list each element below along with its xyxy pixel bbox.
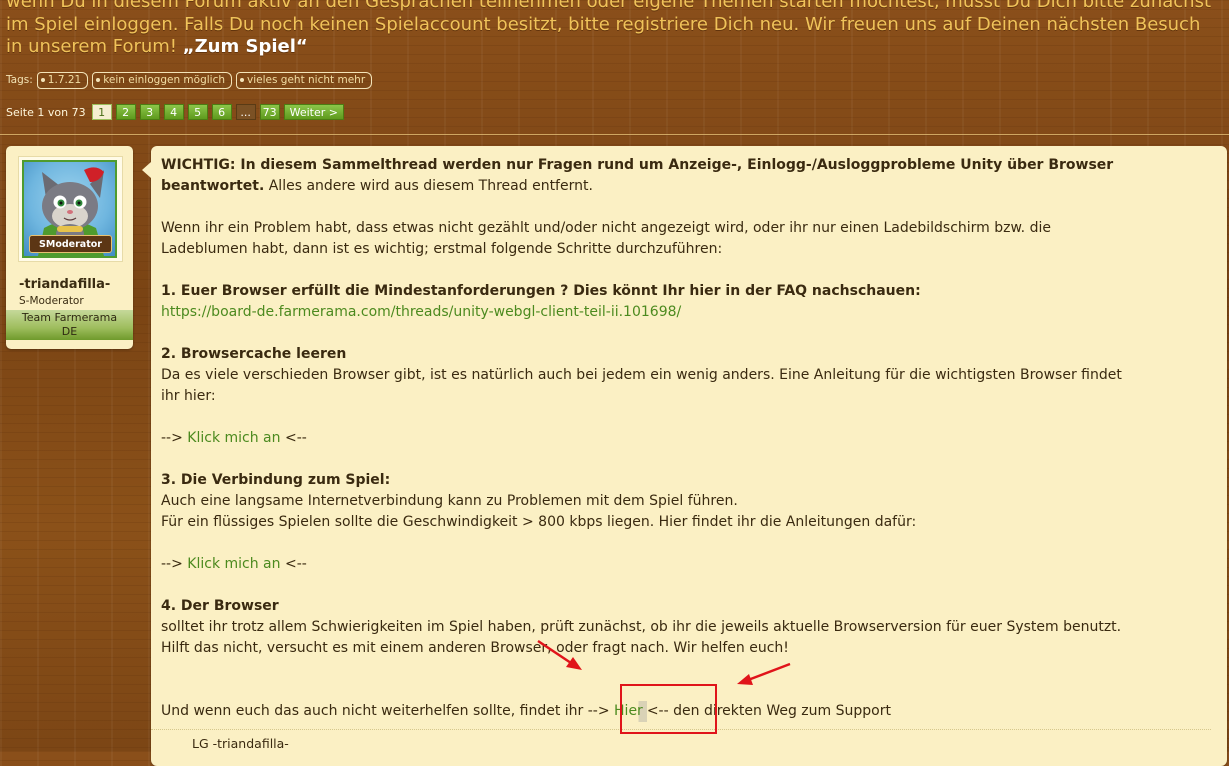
post-line: Wenn ihr ein Problem habt, dass etwas ni… [161,220,1051,236]
intro-text: wenn Du in diesem Forum aktiv an den Ges… [6,0,1221,59]
avatar[interactable]: SModerator [22,160,117,258]
divider [0,134,1229,135]
annotation-highlight-box [620,684,717,734]
post-line: Hilft das nicht, versucht es mit einem a… [161,640,789,656]
klick-row-1: --> Klick mich an <-- [161,428,1211,449]
post-paragraph: WICHTIG: In diesem Sammelthread werden n… [161,155,1211,197]
klick-mich-an-link-2[interactable]: Klick mich an [187,556,280,572]
intro-line-1: wenn Du in diesem Forum aktiv an den Ges… [6,0,1212,12]
page-button[interactable]: 2 [115,104,136,120]
next-page-button[interactable]: Weiter > [283,104,344,120]
pagination: Seite 1 von 73 1 2 3 4 5 6 ... 73 Weiter… [6,104,344,120]
support-prefix: Und wenn euch das auch nicht weiterhelfe… [161,703,584,719]
author-card: SModerator -triandafilla- S-Moderator Te… [6,146,133,349]
page-button[interactable]: 5 [187,104,208,120]
intro-line-2: im Spiel einloggen. Falls Du noch keinen… [6,13,1201,35]
page-button[interactable]: 6 [211,104,232,120]
klick-mich-an-link-1[interactable]: Klick mich an [187,430,280,446]
author-rank: S-Moderator [19,295,84,307]
signature: LG -triandafilla- [192,736,289,751]
step-2-title: 2. Browsercache leeren [161,346,347,362]
tags-label: Tags: [6,74,33,86]
arrow-left-text: --> [161,556,183,572]
post-content-box: WICHTIG: In diesem Sammelthread werden n… [142,146,1227,766]
moderator-badge: SModerator [29,235,112,253]
page-count-label: Seite 1 von 73 [6,105,86,119]
post-line: Ladeblumen habt, dann ist es wichtig; er… [161,241,723,257]
page-button-last[interactable]: 73 [259,104,280,120]
step-3-title: 3. Die Verbindung zum Spiel: [161,472,391,488]
author-team: Team Farmerama DE [6,310,133,340]
klick-row-2: --> Klick mich an <-- [161,554,1211,575]
tag-item[interactable]: vieles geht nicht mehr [236,71,373,89]
post-body: WICHTIG: In diesem Sammelthread werden n… [161,155,1211,722]
post-line: ihr hier: [161,388,216,404]
post-line: solltet ihr trotz allem Schwierigkeiten … [161,619,1122,635]
intro-line-3-text: in unserem Forum! [6,36,178,58]
step-4-title: 4. Der Browser [161,598,279,614]
notice-rest: Alles andere wird aus diesem Thread entf… [264,178,593,194]
step-1-title: 1. Euer Browser erfüllt die Mindestanfor… [161,283,921,299]
avatar-frame: SModerator [18,156,123,262]
arrow-right-text: <-- [284,430,307,446]
faq-link[interactable]: https://board-de.farmerama.com/threads/u… [161,304,681,320]
author-name[interactable]: -triandafilla- [19,277,110,292]
tag-bar: Tags: 1.7.21 kein einloggen möglich viel… [6,71,373,89]
post-line: Auch eine langsame Internetverbindung ka… [161,493,738,509]
team-region: DE [61,325,78,338]
tag-item[interactable]: kein einloggen möglich [92,71,233,89]
intro-line-3: in unserem Forum! „Zum Spiel“ [6,36,1221,59]
arrow-left-text: --> [161,430,183,446]
arrow-left-text: --> [587,703,610,719]
page-button[interactable]: 4 [163,104,184,120]
tag-item[interactable]: 1.7.21 [36,71,89,89]
post-line: Für ein flüssiges Spielen sollte die Ges… [161,514,917,530]
page-button[interactable]: 3 [139,104,160,120]
arrow-right-text: <-- [284,556,307,572]
zum-spiel-link[interactable]: „Zum Spiel“ [183,36,308,57]
page-button-current[interactable]: 1 [91,104,112,120]
team-name: Team Farmerama [21,311,118,324]
page-jump-button[interactable]: ... [235,104,256,120]
post-line: Da es viele verschieden Browser gibt, is… [161,367,1122,383]
